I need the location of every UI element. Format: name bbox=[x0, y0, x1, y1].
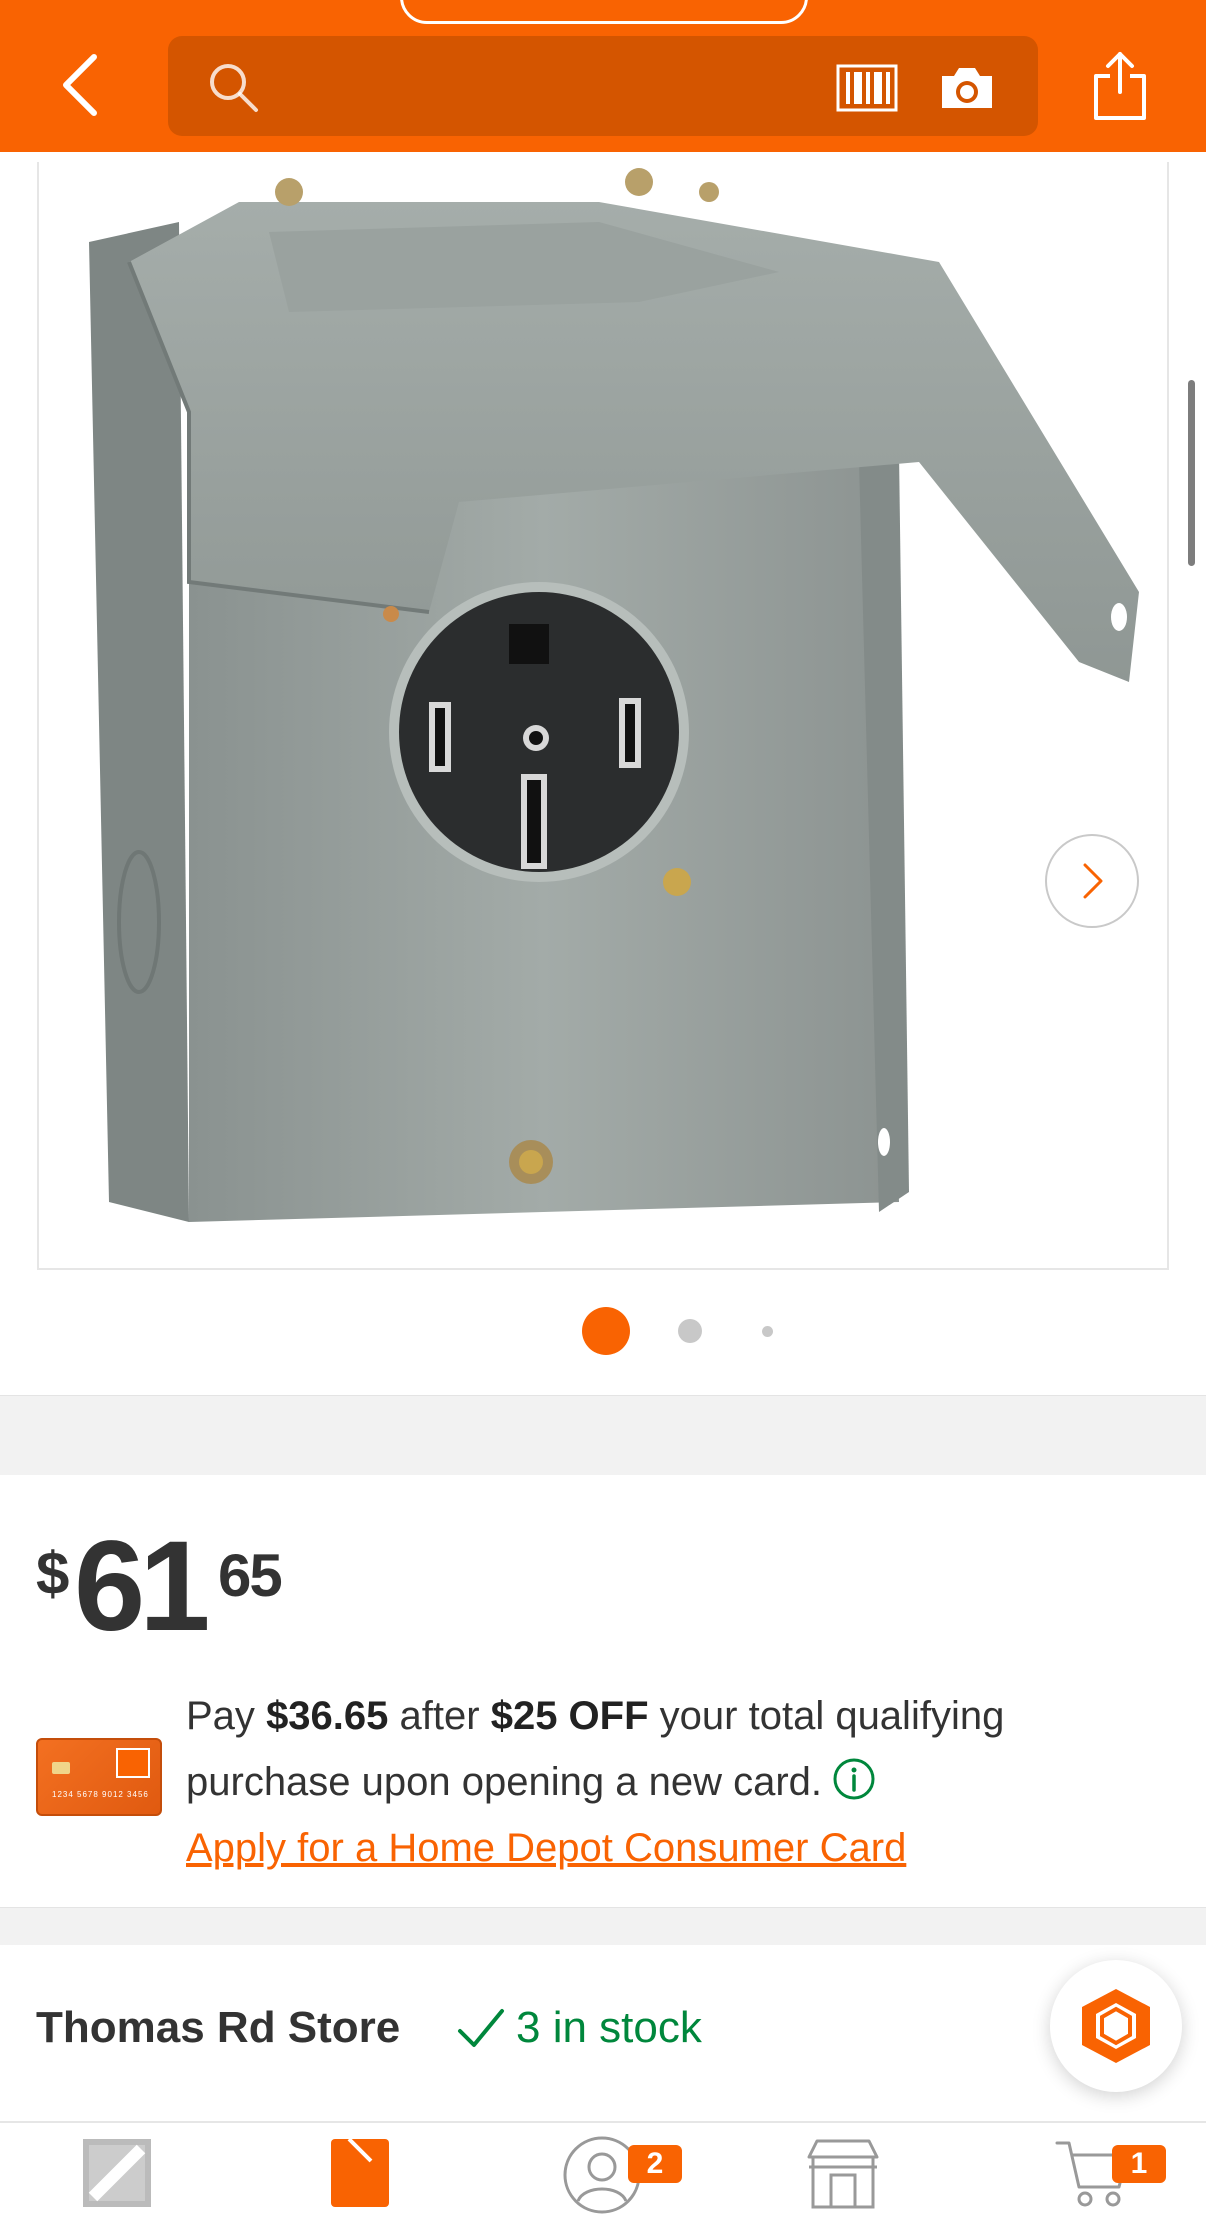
scrollbar[interactable] bbox=[1188, 380, 1195, 566]
promo-pay-amount: $36.65 bbox=[266, 1694, 389, 1738]
section-divider bbox=[0, 1395, 1206, 1475]
camera-icon[interactable] bbox=[938, 64, 996, 112]
product-page: { "header": { "search_placeholder": "", … bbox=[0, 0, 1206, 2217]
price-cents: 65 bbox=[218, 1542, 283, 1609]
card-chip bbox=[52, 1762, 70, 1774]
back-button[interactable] bbox=[50, 50, 110, 120]
stock-status: 3 in stock bbox=[456, 2003, 702, 2053]
product-gallery[interactable] bbox=[0, 152, 1206, 1395]
nav-home[interactable] bbox=[74, 2135, 160, 2217]
nav-shop[interactable] bbox=[322, 2135, 398, 2217]
chevron-right-icon bbox=[1083, 863, 1103, 899]
pagination-dot-active[interactable] bbox=[582, 1307, 630, 1355]
credit-card-image: 1234 5678 9012 3456 bbox=[36, 1738, 162, 1816]
section-divider bbox=[0, 1907, 1206, 1945]
price-currency: $ bbox=[36, 1540, 70, 1607]
price-section: $ 61 65 1234 5678 9012 3456 Pay $36.65 a… bbox=[0, 1475, 1206, 1907]
search-input[interactable] bbox=[268, 58, 868, 114]
account-badge: 2 bbox=[628, 2145, 682, 2183]
card-number: 1234 5678 9012 3456 bbox=[52, 1790, 149, 1799]
assistant-button[interactable] bbox=[1050, 1960, 1182, 2092]
home-depot-logo-icon bbox=[116, 1748, 150, 1778]
stock-count: 3 in stock bbox=[516, 2003, 702, 2052]
shop-tag-icon bbox=[331, 2137, 389, 2207]
product-image-outlet-box bbox=[89, 168, 1139, 1222]
app-header bbox=[0, 0, 1206, 152]
product-image[interactable] bbox=[37, 162, 1169, 1270]
promo-rest-line1: your total qualifying bbox=[659, 1694, 1005, 1738]
pagination-dot[interactable] bbox=[678, 1319, 702, 1343]
bottom-navigation: 2 1 bbox=[0, 2121, 1206, 2217]
search-bar[interactable] bbox=[168, 36, 1038, 136]
hexagon-logo-icon bbox=[1082, 1989, 1150, 2063]
card-promo: Pay $36.65 after $25 OFF your total qual… bbox=[186, 1683, 1146, 1881]
store-icon bbox=[807, 2139, 879, 2209]
promo-rest-line2: purchase upon opening a new card. bbox=[186, 1760, 823, 1804]
nav-store[interactable] bbox=[802, 2135, 884, 2217]
promo-discount: $25 OFF bbox=[490, 1694, 649, 1738]
gallery-pagination bbox=[0, 1305, 1206, 1355]
price-dollars: 61 bbox=[74, 1515, 210, 1658]
search-icon bbox=[210, 64, 258, 112]
share-icon[interactable] bbox=[1090, 48, 1150, 122]
checkmark-icon bbox=[458, 2009, 504, 2047]
info-icon[interactable] bbox=[832, 1757, 876, 1801]
apply-card-link[interactable]: Apply for a Home Depot Consumer Card bbox=[186, 1815, 1146, 1881]
store-name[interactable]: Thomas Rd Store bbox=[36, 2003, 400, 2053]
cart-badge: 1 bbox=[1112, 2145, 1166, 2183]
promo-pay: Pay bbox=[186, 1694, 255, 1738]
chevron-left-icon bbox=[63, 54, 97, 116]
top-pill bbox=[400, 0, 808, 24]
store-availability[interactable]: Thomas Rd Store 3 in stock bbox=[0, 1945, 1206, 2125]
pagination-dot[interactable] bbox=[762, 1326, 773, 1337]
next-image-button[interactable] bbox=[1045, 834, 1139, 928]
promo-after: after bbox=[399, 1694, 480, 1738]
home-depot-logo-icon bbox=[83, 2139, 151, 2207]
barcode-scan-icon[interactable] bbox=[836, 62, 898, 114]
